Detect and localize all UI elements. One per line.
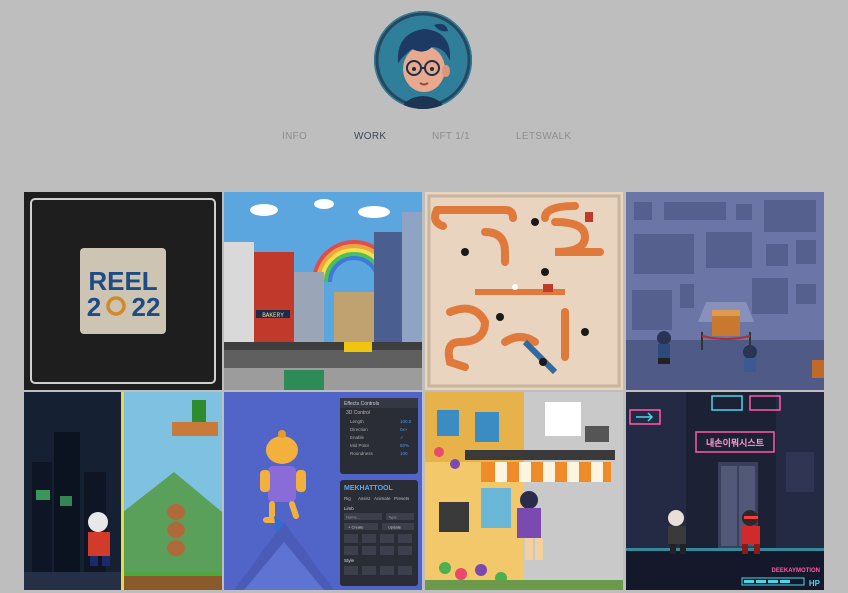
work-tile-gallery[interactable] [626, 192, 824, 390]
tool-menu-3: Presets [394, 496, 410, 501]
work-tile-neon-street[interactable]: 내손이뭐시스트 DEEKAYMOTION HP [626, 392, 824, 590]
param-value-3: 50% [400, 443, 409, 448]
param-value-2: ✓ [400, 435, 404, 440]
param-value-0: 100.0 [400, 419, 412, 424]
nav-nft[interactable]: NFT 1/1 [432, 131, 470, 142]
panel-group: 3D Control [346, 410, 370, 416]
panel-title: Effects Controls [344, 401, 380, 407]
tool-create-button: + Create [348, 525, 364, 530]
nav-letswalk[interactable]: LETSWALK [516, 131, 571, 142]
tool-update-button: Update [388, 525, 402, 530]
tool-menu-1: Assist [358, 496, 371, 501]
param-name-0: Length [350, 419, 364, 424]
param-name-1: Direction [350, 427, 368, 432]
work-tile-city-street[interactable]: BAKERY [224, 192, 422, 390]
param-value-4: 100 [400, 451, 408, 456]
tool-menu-0: Rig [344, 496, 351, 501]
bakery-sign: BAKERY [262, 312, 284, 319]
work-tile-balcony[interactable] [425, 392, 623, 590]
neon-hp: HP [809, 579, 821, 588]
tool-thumbnail: Effects Controls 3D Control Length 100.0… [224, 392, 422, 590]
param-name-4: Roundness [350, 451, 374, 456]
tool-name-field: Name... [346, 515, 360, 520]
tool-style-label: Style [344, 558, 355, 563]
avatar-illustration [374, 11, 472, 109]
tool-brand: MEKHATTOOL [344, 485, 393, 492]
tool-type-select: Type [388, 515, 397, 520]
profile-avatar[interactable] [374, 11, 472, 109]
neon-sign: 내손이뭐시스트 [706, 437, 765, 448]
work-tile-night-mario[interactable] [24, 392, 222, 590]
tool-menu-2: Animate [374, 496, 391, 501]
reel-year-a: 2 [87, 292, 101, 322]
work-grid: REEL 2 22 BAKERY Effects Controls 3D Con… [24, 192, 824, 590]
neon-credit: DEEKAYMOTION [772, 568, 820, 574]
nav-work[interactable]: WORK [354, 131, 386, 142]
work-tile-reel-2022[interactable]: REEL 2 22 [24, 192, 222, 390]
param-name-2: Enable [350, 435, 365, 440]
gallery-thumbnail [626, 192, 824, 390]
work-tile-tool-panel[interactable]: Effects Controls 3D Control Length 100.0… [224, 392, 422, 590]
param-name-3: Mid Point [350, 443, 370, 448]
reel-year-b: 22 [132, 292, 161, 322]
night-mario-thumbnail [24, 392, 222, 590]
city-thumbnail: BAKERY [224, 192, 422, 390]
work-tile-maze[interactable] [425, 192, 623, 390]
balcony-thumbnail [425, 392, 623, 590]
tool-limb-label: Limb [344, 506, 354, 511]
reel-thumbnail: REEL 2 22 [24, 192, 222, 390]
maze-thumbnail [425, 192, 623, 390]
nav-info[interactable]: INFO [282, 131, 307, 142]
neon-thumbnail: 내손이뭐시스트 DEEKAYMOTION HP [626, 392, 824, 590]
main-nav: INFO WORK NFT 1/1 LETSWALK [0, 131, 848, 145]
param-value-1: 0x+ [400, 427, 408, 432]
